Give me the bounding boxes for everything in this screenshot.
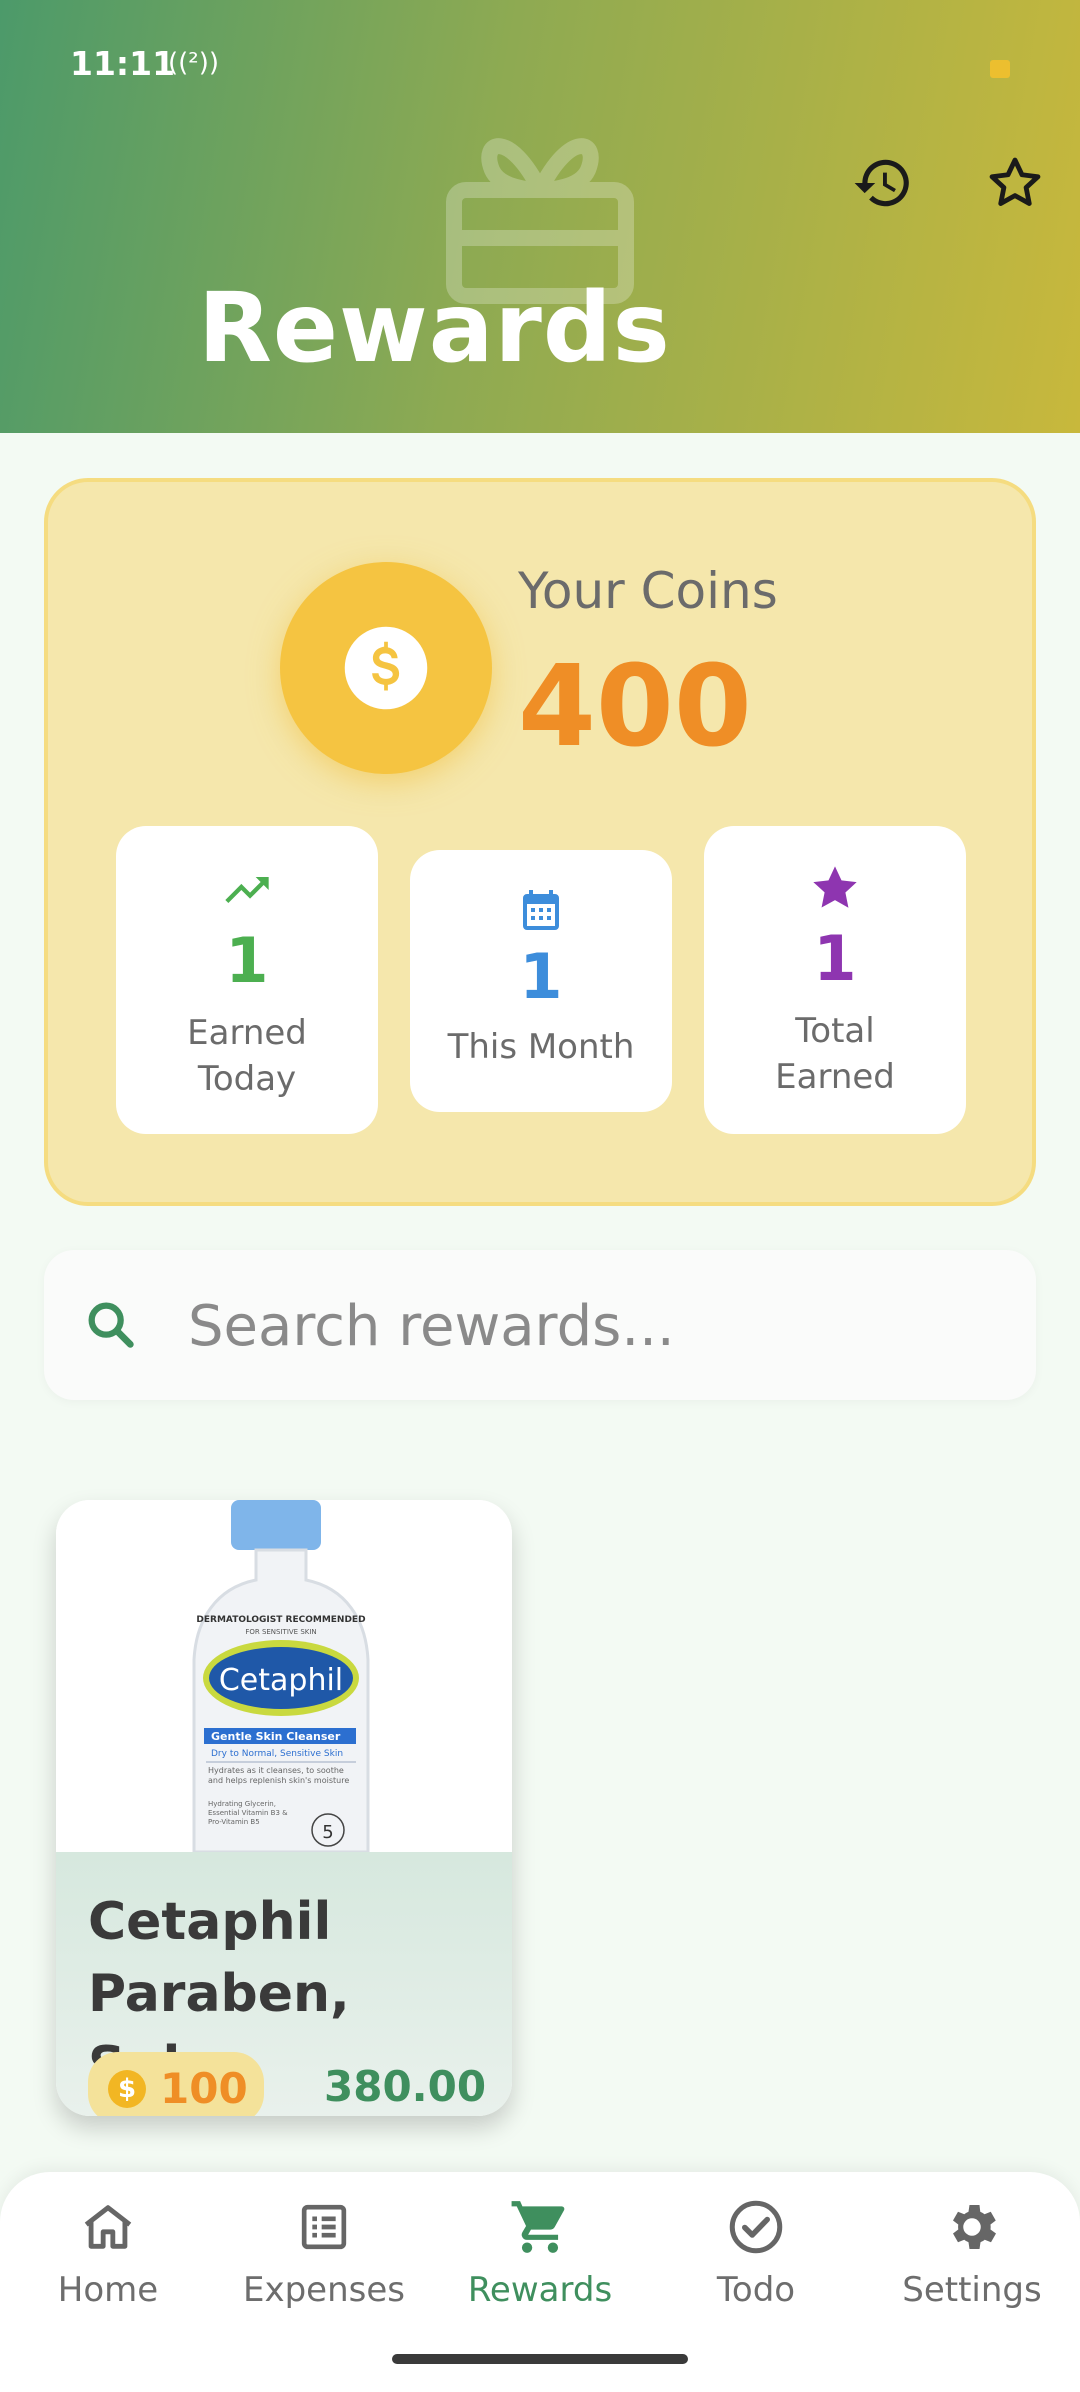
bottle-badge-sub-text: FOR SENSITIVE SKIN — [245, 1628, 316, 1636]
nav-label: Settings — [902, 2270, 1042, 2310]
list-icon — [216, 2192, 432, 2262]
stat-value: 1 — [519, 940, 563, 1013]
stat-label: This Month — [447, 1027, 635, 1067]
history-icon — [854, 159, 909, 207]
trending-up-icon — [116, 864, 378, 916]
page-title: Rewards — [198, 272, 671, 384]
nav-label: Home — [57, 2270, 159, 2310]
search-input[interactable]: Search rewards... — [44, 1250, 1036, 1400]
reward-product-card[interactable]: DERMATOLOGIST RECOMMENDED FOR SENSITIVE … — [56, 1500, 512, 2116]
product-price: 380.00 — [324, 2062, 487, 2111]
history-button[interactable] — [848, 148, 918, 218]
star-icon — [704, 862, 966, 914]
home-indicator[interactable] — [392, 2354, 688, 2364]
stat-label: Total Earned — [775, 1011, 895, 1097]
stat-this-month: 1 This Month — [410, 850, 672, 1112]
status-time: 11:11 — [70, 44, 176, 83]
nav-label: Todo — [716, 2270, 796, 2310]
bottle-ingredients-text: Hydrating Glycerin, Essential Vitamin B3… — [208, 1800, 288, 1826]
coins-label: Your Coins — [518, 562, 778, 620]
stat-value: 1 — [813, 922, 857, 995]
gear-icon — [864, 2192, 1080, 2262]
check-circle-icon — [648, 2192, 864, 2262]
signal-icon: ((²)) — [168, 48, 219, 78]
nav-item-rewards[interactable]: Rewards — [432, 2192, 648, 2310]
stat-label: Earned Today — [187, 1013, 307, 1099]
nav-item-todo[interactable]: Todo — [648, 2192, 864, 2310]
bottle-skin-type-text: Dry to Normal, Sensitive Skin — [211, 1749, 343, 1759]
coin-price-badge: $ 100 — [88, 2052, 264, 2116]
stat-earned-today: 1 Earned Today — [116, 826, 378, 1134]
calendar-icon — [410, 886, 672, 934]
cart-icon — [432, 2192, 648, 2262]
bottle-badge-text: DERMATOLOGIST RECOMMENDED — [196, 1615, 365, 1625]
search-placeholder: Search rewards... — [188, 1294, 675, 1359]
coins-summary-card: Your Coins 400 1 Earned Today 1 This Mon… — [44, 478, 1036, 1206]
home-icon — [0, 2192, 216, 2262]
nav-label: Rewards — [467, 2270, 613, 2310]
stat-total-earned: 1 Total Earned — [704, 826, 966, 1134]
bottle-seal-text: 5 — [322, 1822, 333, 1843]
coin-icon: $ — [108, 2070, 146, 2108]
bottle-product-line-text: Gentle Skin Cleanser — [211, 1730, 341, 1743]
nav-item-settings[interactable]: Settings — [864, 2192, 1080, 2310]
nav-item-expenses[interactable]: Expenses — [216, 2192, 432, 2310]
bottle-brand-text: Cetaphil — [219, 1663, 343, 1698]
rewards-header: 11:11 ((²)) Rewards — [0, 0, 1080, 433]
product-image: DERMATOLOGIST RECOMMENDED FOR SENSITIVE … — [56, 1500, 512, 1854]
notification-dot-icon — [990, 60, 1010, 78]
dollar-coin-icon — [344, 626, 428, 710]
coin-badge — [280, 562, 492, 774]
nav-item-home[interactable]: Home — [0, 2192, 216, 2310]
bottle-description-text: Hydrates as it cleanses, to soothe and h… — [208, 1766, 350, 1785]
coin-price: 100 — [160, 2064, 248, 2113]
search-icon — [88, 1302, 134, 1348]
favorites-button[interactable] — [980, 148, 1050, 218]
stat-value: 1 — [225, 924, 269, 997]
product-info: Cetaphil Paraben, Sul... $ 100 380.00 — [56, 1852, 512, 2116]
nav-label: Expenses — [243, 2270, 405, 2310]
star-outline-icon — [989, 157, 1041, 206]
coins-value: 400 — [518, 642, 752, 772]
